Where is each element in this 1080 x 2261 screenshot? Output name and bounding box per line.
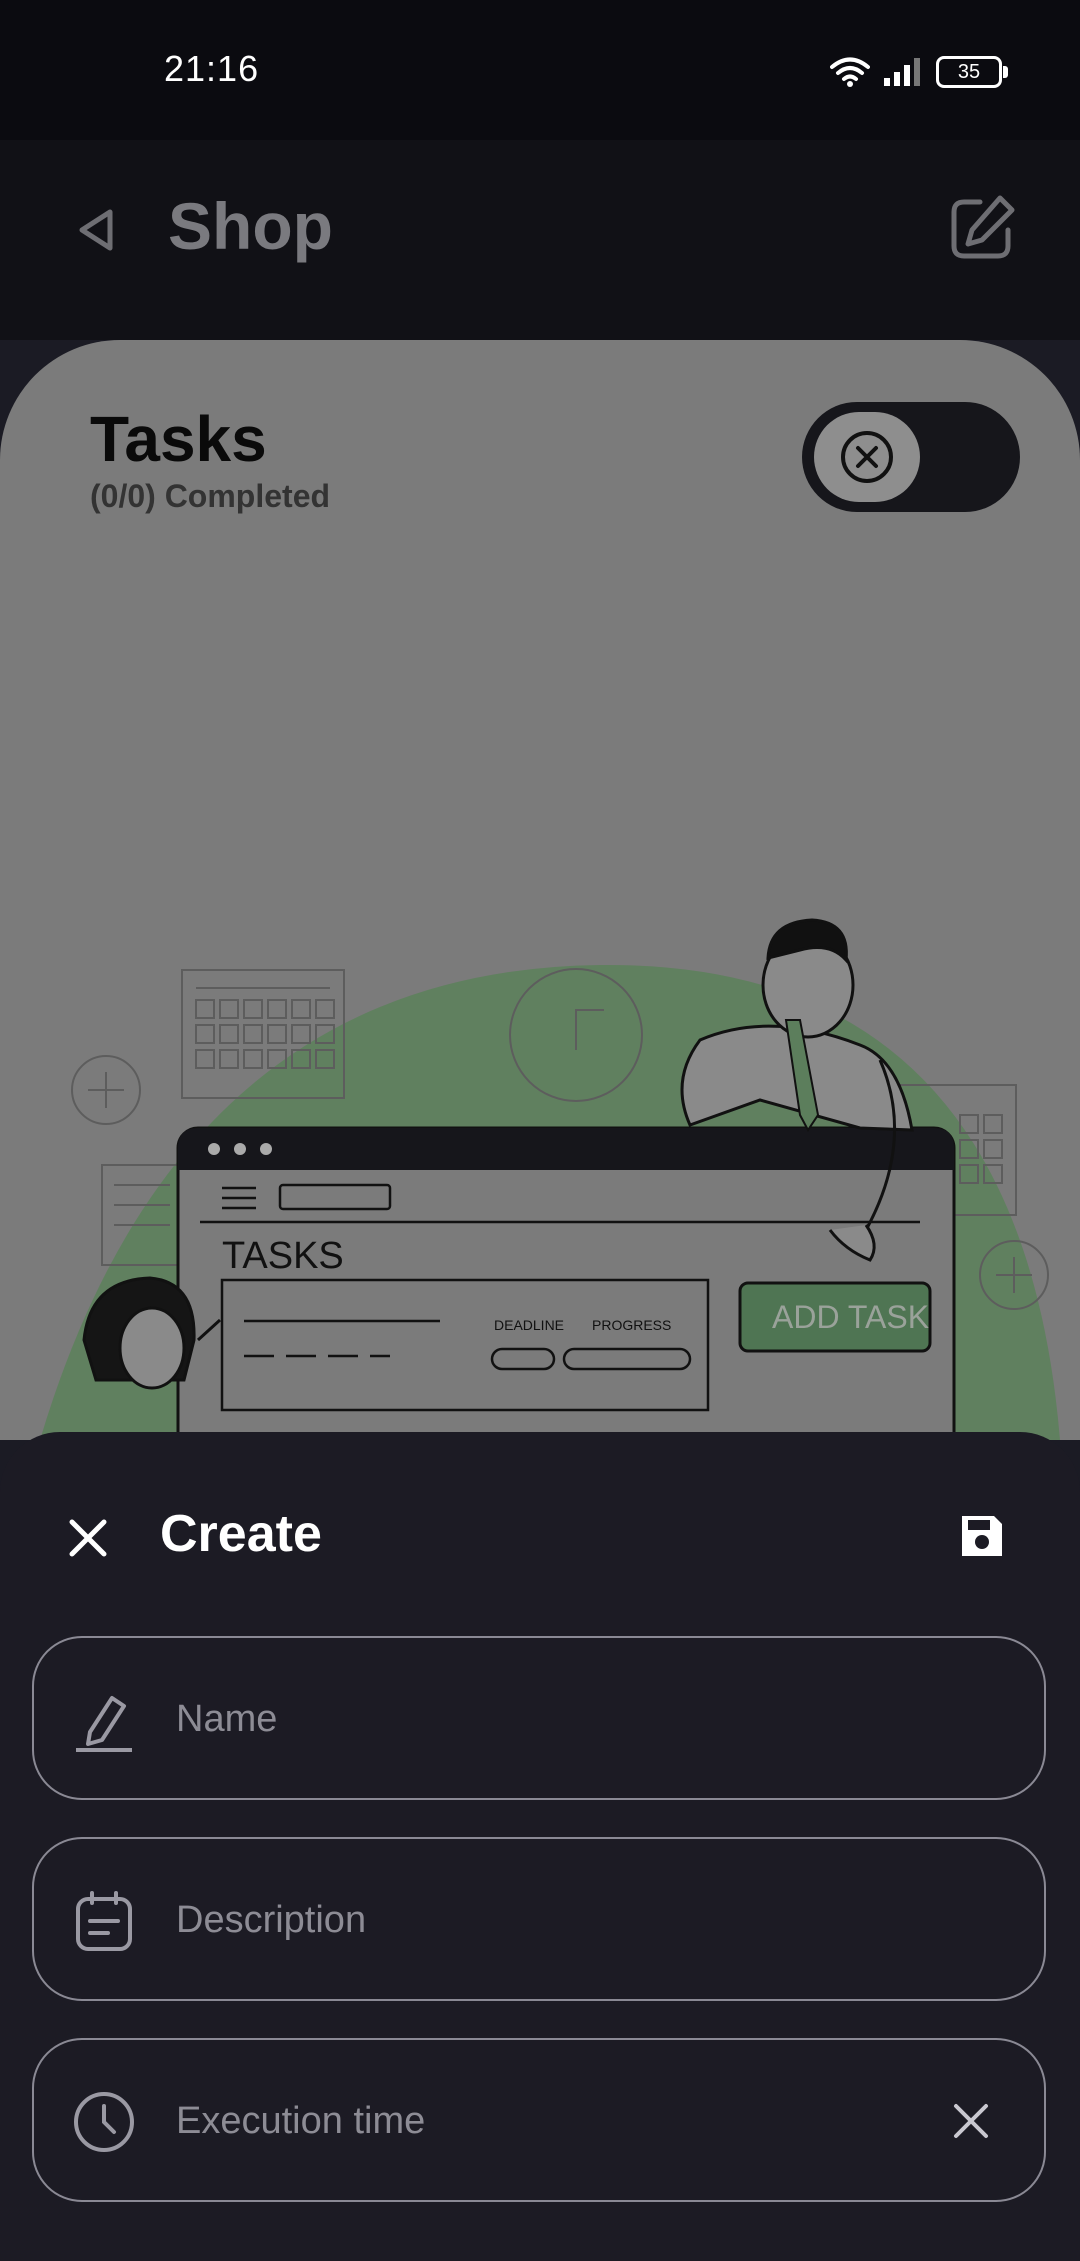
close-icon[interactable] [60, 1510, 116, 1566]
illustration-tasks-title: TASKS [222, 1235, 344, 1277]
save-icon[interactable] [954, 1508, 1010, 1564]
status-bar: 21:16 35 [0, 0, 1080, 140]
tasks-title: Tasks [90, 403, 267, 475]
empty-tasks-illustration: TASKS DEADLINE PROGRESS ADD TASK [40, 918, 1060, 1440]
illustration-progress-label: PROGRESS [592, 1317, 671, 1333]
x-circle-icon [841, 431, 893, 483]
edit-square-icon[interactable] [944, 190, 1020, 266]
toggle-knob [814, 412, 920, 502]
sheet-title: Create [160, 1505, 322, 1563]
notes-icon [76, 1891, 132, 1951]
wifi-icon [830, 57, 870, 87]
pencil-icon [76, 1696, 132, 1752]
status-icons: 35 [830, 52, 1008, 92]
illustration-deadline-label: DEADLINE [494, 1317, 564, 1333]
app-bar: Shop [0, 140, 1080, 340]
completed-toggle[interactable] [802, 402, 1020, 512]
execution-time-input[interactable] [174, 2040, 938, 2202]
battery-icon: 35 [936, 56, 1008, 88]
name-field[interactable] [32, 1636, 1046, 1800]
tasks-card: Tasks (0/0) Completed TASKS DEADLINE PRO… [0, 340, 1080, 1440]
tasks-completed-count: (0/0) Completed [90, 478, 331, 514]
illustration-add-task-label: ADD TASK [772, 1299, 929, 1335]
page-title: Shop [168, 189, 333, 263]
clock-icon [74, 2092, 134, 2152]
back-triangle-icon[interactable] [64, 198, 128, 262]
execution-time-field[interactable] [32, 2038, 1046, 2202]
name-input[interactable] [174, 1638, 938, 1800]
description-input[interactable] [174, 1839, 938, 2001]
status-time: 21:16 [164, 48, 260, 89]
signal-icon [884, 58, 920, 86]
clear-icon[interactable] [948, 2098, 994, 2144]
create-sheet: Create [0, 1432, 1080, 2261]
description-field[interactable] [32, 1837, 1046, 2001]
battery-level: 35 [957, 60, 981, 83]
